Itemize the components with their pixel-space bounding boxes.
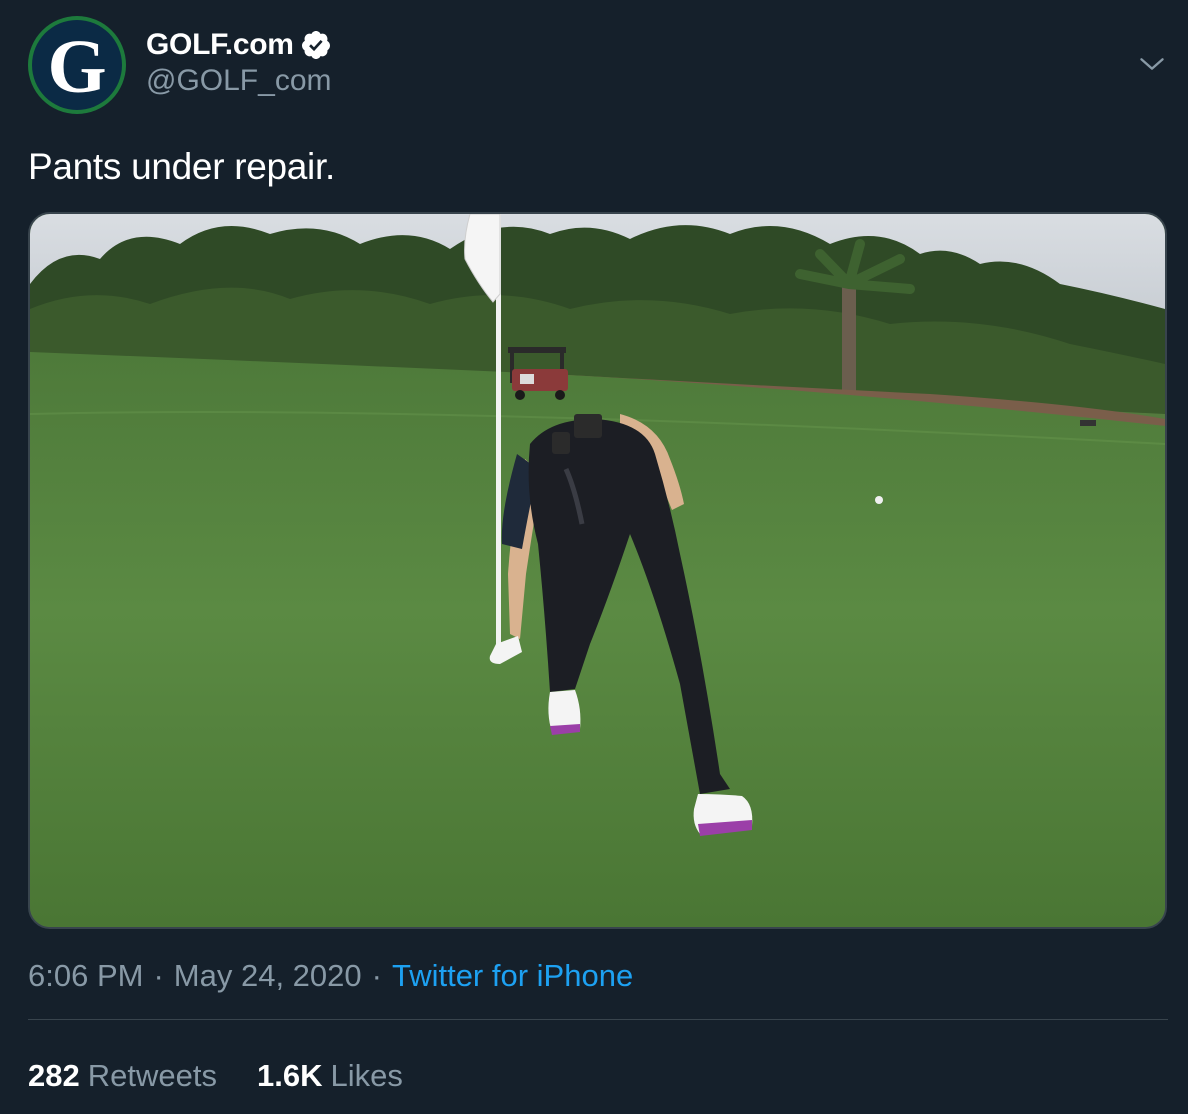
chevron-down-icon[interactable] <box>1138 50 1166 78</box>
media-illustration <box>30 214 1165 927</box>
divider <box>28 1019 1168 1020</box>
author-name-row[interactable]: GOLF.com <box>146 26 332 64</box>
tweet-date[interactable]: May 24, 2020 <box>174 958 362 994</box>
author-handle[interactable]: @GOLF_com <box>146 64 332 98</box>
display-name[interactable]: GOLF.com <box>146 28 294 62</box>
likes-count: 1.6K <box>256 1058 323 1093</box>
retweets-stat[interactable]: 282 Retweets <box>28 1058 217 1094</box>
tweet-source-link[interactable]: Twitter for iPhone <box>392 958 633 994</box>
tweet-stats: 282 Retweets 1.6K Likes <box>28 1058 443 1094</box>
meta-separator: · <box>371 958 382 993</box>
tweet-card: G GOLF.com @GOLF_com Pants under repair. <box>0 0 1188 1114</box>
tweet-meta: 6:06 PM · May 24, 2020 · Twitter for iPh… <box>28 958 633 994</box>
likes-label: Likes <box>330 1058 403 1093</box>
avatar-logo-letter: G <box>47 25 107 109</box>
tweet-text: Pants under repair. <box>28 146 335 187</box>
tweet-time[interactable]: 6:06 PM <box>28 958 143 994</box>
likes-stat[interactable]: 1.6K Likes <box>257 1058 403 1094</box>
golf-ball <box>875 496 883 504</box>
retweets-count: 282 <box>28 1058 80 1093</box>
avatar[interactable]: G <box>28 16 126 114</box>
verified-badge-icon <box>301 31 330 59</box>
meta-separator: · <box>153 958 164 993</box>
retweets-label: Retweets <box>87 1058 217 1093</box>
tweet-media-photo[interactable] <box>28 212 1167 929</box>
avatar-logo: G <box>32 20 122 110</box>
